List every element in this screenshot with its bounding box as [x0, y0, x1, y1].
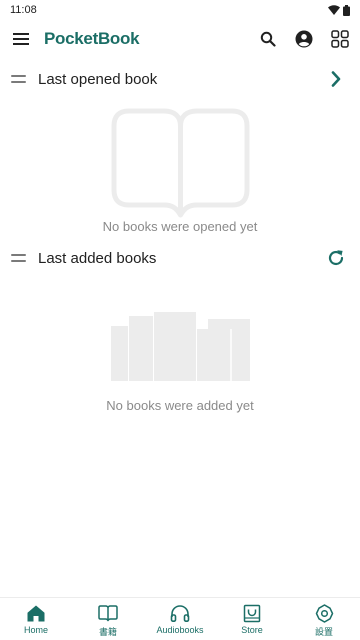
app-bar: PocketBook: [0, 20, 360, 58]
section-last-opened-header: Last opened book: [0, 65, 360, 93]
wifi-icon: [328, 5, 340, 15]
grid-view-icon: [331, 30, 349, 48]
settings-icon: [315, 603, 333, 623]
section-title-last-added: Last added books: [38, 249, 157, 267]
account-button[interactable]: [292, 28, 316, 50]
nav-item-settings[interactable]: 設置: [288, 598, 360, 640]
empty-opened-caption: No books were opened yet: [102, 219, 258, 234]
store-bag-icon: [243, 604, 261, 622]
nav-item-store[interactable]: Store: [216, 598, 288, 640]
nav-label-audiobooks: Audiobooks: [156, 625, 204, 635]
book-icon: [98, 604, 118, 621]
search-icon: [260, 31, 276, 47]
account-icon: [295, 30, 313, 48]
home-icon: [27, 605, 45, 621]
drag-handle-icon[interactable]: [11, 75, 26, 83]
menu-icon: [13, 33, 29, 45]
nav-label-settings: 設置: [314, 627, 333, 637]
nav-item-books[interactable]: 書籍: [72, 598, 144, 640]
menu-button[interactable]: [11, 30, 31, 48]
section-title-last-opened: Last opened book: [38, 70, 158, 88]
drag-handle-icon[interactable]: [11, 254, 26, 262]
bookshelf-placeholder-icon: [111, 312, 250, 381]
nav-item-home[interactable]: Home: [0, 598, 72, 640]
search-button[interactable]: [256, 28, 280, 50]
nav-item-audiobooks[interactable]: Audiobooks: [144, 598, 216, 640]
status-icons: [328, 4, 350, 16]
nav-label-books: 書籍: [98, 627, 117, 637]
refresh-button[interactable]: [326, 248, 346, 268]
nav-label-home: Home: [23, 625, 48, 635]
grid-view-button[interactable]: [328, 28, 352, 50]
refresh-icon: [328, 250, 344, 266]
section-last-added-header: Last added books: [0, 244, 360, 272]
status-bar: 11:08: [0, 0, 360, 20]
battery-icon: [343, 4, 350, 16]
empty-added-caption: No books were added yet: [106, 398, 254, 413]
bottom-navigation: Home 書籍 Audiobooks Store 設置: [0, 597, 360, 640]
brand-logo: PocketBook: [44, 29, 140, 48]
nav-label-store: Store: [241, 625, 263, 635]
open-book-placeholder-icon: [111, 108, 250, 218]
status-time: 11:08: [10, 4, 37, 16]
headphones-icon: [170, 604, 190, 622]
chevron-right-icon: [331, 71, 341, 87]
open-last-book-button[interactable]: [326, 69, 346, 89]
